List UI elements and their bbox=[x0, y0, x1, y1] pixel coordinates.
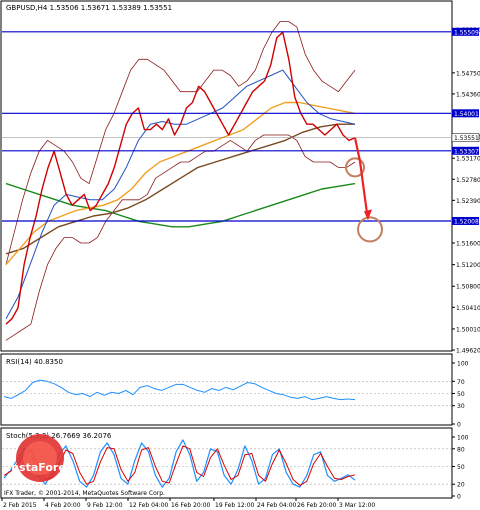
rsi-tick-label: 0 bbox=[457, 422, 461, 429]
price-tick-label: 1.50800 bbox=[456, 284, 480, 291]
stoch-title: Stoch(5,3,3) 26.7669 36.2076 bbox=[6, 432, 112, 440]
rsi-tick-label: 50 bbox=[457, 391, 465, 398]
level-tag-label: 1.54001 bbox=[454, 111, 479, 118]
rsi-title: RSI(14) 40.8350 bbox=[6, 358, 63, 366]
current-price-tag-label: 1.53551 bbox=[454, 135, 479, 142]
chart-title: GBPUSD,H4 1.53506 1.53671 1.53389 1.5355… bbox=[6, 4, 172, 12]
price-tick-label: 1.54360 bbox=[456, 91, 480, 98]
time-tick-label: 16 Feb 20:00 bbox=[171, 502, 211, 509]
price-tick-label: 1.51200 bbox=[456, 262, 480, 269]
time-tick-label: 9 Feb 12:00 bbox=[87, 502, 123, 509]
level-tag-label: 1.55509 bbox=[454, 29, 479, 36]
price-tick-label: 1.53170 bbox=[456, 156, 480, 163]
price-tick-label: 1.52780 bbox=[456, 177, 480, 184]
level-tag-label: 1.53307 bbox=[454, 148, 479, 155]
brand-text: InstaForex bbox=[7, 461, 73, 474]
time-tick-label: 12 Feb 04:00 bbox=[129, 502, 169, 509]
stoch-tick-label: 0 bbox=[457, 494, 461, 501]
chart-canvas: GBPUSD,H4 1.53506 1.53671 1.53389 1.5355… bbox=[0, 0, 480, 509]
copyright-text: IFX Trader, © 2001-2014, MetaQuotes Soft… bbox=[4, 490, 165, 497]
price-tick-label: 1.49620 bbox=[456, 348, 480, 355]
level-tag-label: 1.52008 bbox=[454, 218, 479, 225]
stoch-tick-label: 50 bbox=[457, 464, 465, 471]
time-tick-label: 26 Feb 20:00 bbox=[297, 502, 337, 509]
time-tick-label: 2 Feb 2015 bbox=[3, 502, 37, 509]
price-scale: 1.555501.547501.543601.535701.531701.527… bbox=[452, 27, 480, 355]
time-tick-label: 24 Feb 04:00 bbox=[257, 502, 297, 509]
stoch-tick-label: 100 bbox=[457, 435, 469, 442]
time-tick-label: 19 Feb 12:00 bbox=[215, 502, 255, 509]
time-axis: 2 Feb 2015 4 Feb 20:00 9 Feb 12:00 12 Feb 0… bbox=[1, 498, 375, 509]
time-tick-label: 3 Mar 12:00 bbox=[339, 502, 375, 509]
price-tick-label: 1.50010 bbox=[456, 326, 480, 333]
price-tick-label: 1.51600 bbox=[456, 241, 480, 248]
rsi-tick-label: 100 bbox=[457, 361, 469, 368]
price-tick-label: 1.50410 bbox=[456, 305, 480, 312]
price-tick-label: 1.54750 bbox=[456, 70, 480, 77]
stoch-tick-label: 20 bbox=[457, 482, 465, 489]
chart-window: GBPUSD,H4 1.53506 1.53671 1.53389 1.5355… bbox=[0, 0, 480, 510]
price-panel bbox=[0, 0, 453, 352]
rsi-tick-label: 30 bbox=[457, 403, 465, 410]
time-tick-label: 4 Feb 20:00 bbox=[45, 502, 81, 509]
price-tick-label: 1.52390 bbox=[456, 198, 480, 205]
rsi-tick-label: 70 bbox=[457, 379, 465, 386]
stoch-tick-label: 80 bbox=[457, 446, 465, 453]
rsi-panel bbox=[0, 353, 453, 426]
